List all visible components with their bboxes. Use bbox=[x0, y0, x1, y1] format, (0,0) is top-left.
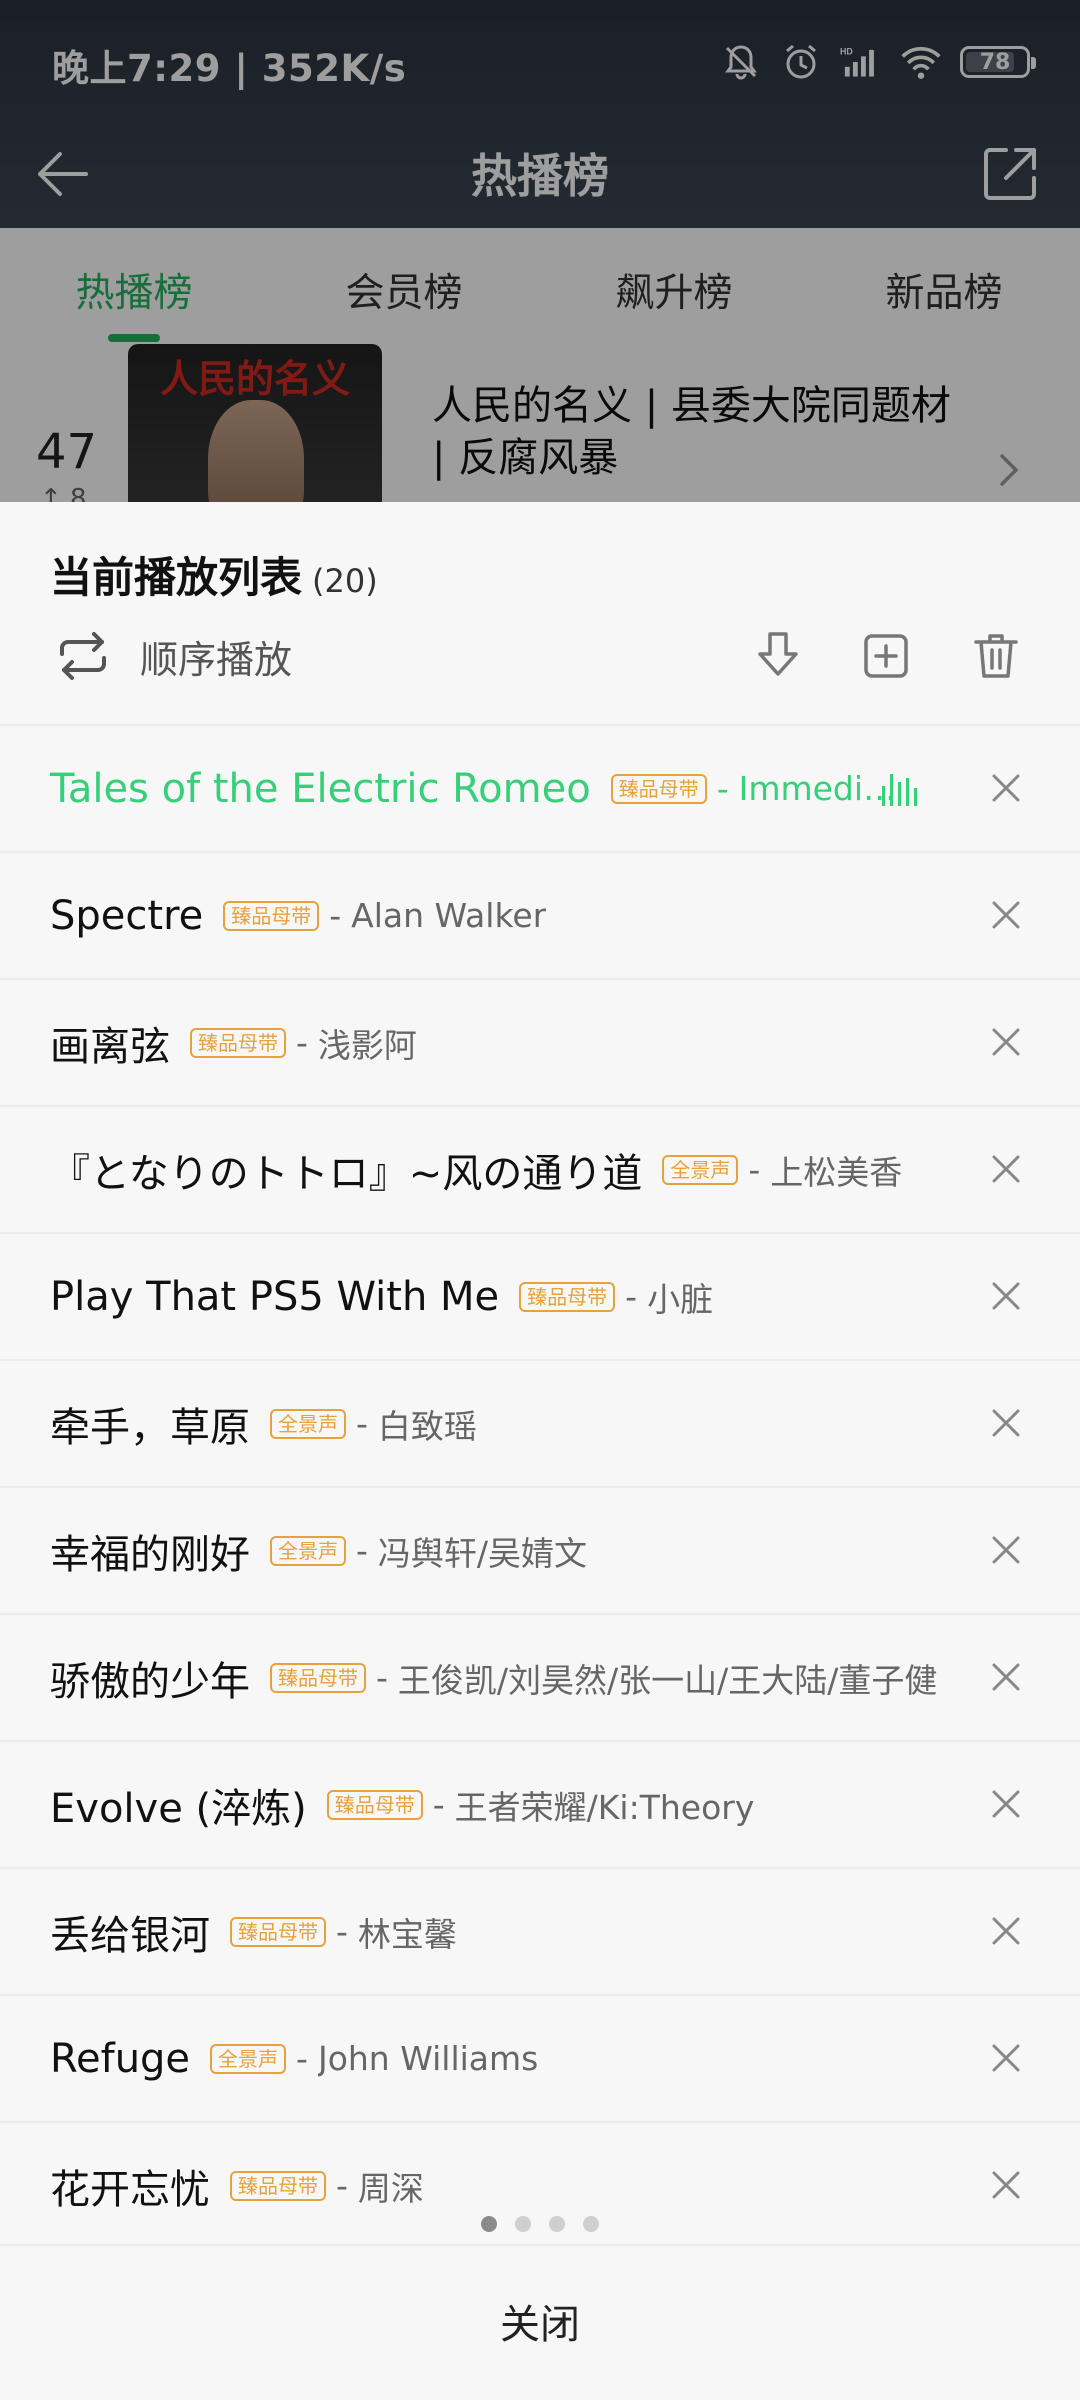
download-icon[interactable] bbox=[750, 628, 806, 684]
close-button[interactable]: 关闭 bbox=[0, 2292, 1080, 2350]
song-title: 牵手，草原 bbox=[50, 1404, 250, 1451]
quality-badge: 臻品母带 bbox=[326, 1789, 423, 1820]
artist-name: 上松美香 bbox=[770, 1152, 903, 1192]
quality-badge: 臻品母带 bbox=[270, 1662, 366, 1693]
artist-name: Immediate Music bbox=[738, 769, 899, 808]
close-icon[interactable] bbox=[986, 2165, 1026, 2205]
artist-name: 小脏 bbox=[647, 1279, 714, 1319]
quality-badge: 臻品母带 bbox=[230, 2170, 326, 2201]
song-title: Spectre bbox=[50, 892, 204, 939]
playlist-item[interactable]: Refuge 全景声 - John Williams bbox=[0, 1994, 1080, 2121]
repeat-icon bbox=[54, 630, 112, 682]
page-dot bbox=[583, 2216, 599, 2232]
close-icon[interactable] bbox=[986, 1149, 1026, 1189]
song-title: 画离弦 bbox=[50, 1023, 170, 1070]
song-title: 『となりのトトロ』~风の通り道 bbox=[50, 1150, 643, 1197]
page-dot bbox=[549, 2216, 565, 2232]
page-indicator bbox=[0, 2216, 1080, 2232]
close-icon[interactable] bbox=[986, 2038, 1026, 2078]
song-title: 丢给银河 bbox=[50, 1912, 210, 1959]
separator: - bbox=[625, 1277, 638, 1316]
quality-badge: 臻品母带 bbox=[230, 1916, 326, 1947]
close-icon[interactable] bbox=[986, 895, 1026, 935]
playlist-sheet: 当前播放列表 (20) 顺序播放 Tales of the Electric Ro… bbox=[0, 502, 1080, 2400]
quality-badge: 臻品母带 bbox=[190, 1027, 286, 1058]
artist-name: 王者荣耀/Ki:Theory bbox=[454, 1787, 755, 1827]
page-dot-active bbox=[481, 2216, 497, 2232]
separator: - bbox=[336, 1912, 348, 1951]
separator: - bbox=[329, 896, 342, 935]
quality-badge: 全景声 bbox=[210, 2043, 287, 2074]
song-title: Refuge bbox=[50, 2035, 191, 2082]
playlist-count: (20) bbox=[312, 562, 378, 600]
song-title: Evolve (淬炼) bbox=[50, 1785, 307, 1832]
separator: - bbox=[296, 2039, 308, 2078]
separator: - bbox=[376, 1658, 388, 1697]
separator: - bbox=[716, 769, 729, 808]
close-icon[interactable] bbox=[986, 1276, 1026, 1316]
playlist-item[interactable]: Play That PS5 With Me 臻品母带 - 小脏 bbox=[0, 1232, 1080, 1359]
playlist-item-playing[interactable]: Tales of the Electric Romeo 臻品母带 - Immed… bbox=[0, 724, 1080, 851]
separator: - bbox=[356, 1404, 368, 1443]
song-title: Tales of the Electric Romeo bbox=[50, 765, 591, 812]
close-icon[interactable] bbox=[986, 1657, 1026, 1697]
playlist-item[interactable]: 幸福的刚好 全景声 - 冯舆轩/吴婧文 bbox=[0, 1486, 1080, 1613]
playlist-item[interactable]: 牵手，草原 全景声 - 白致瑶 bbox=[0, 1359, 1080, 1486]
playlist-item[interactable]: 丢给银河 臻品母带 - 林宝馨 bbox=[0, 1867, 1080, 1994]
trash-icon[interactable] bbox=[968, 628, 1024, 684]
playlist-item[interactable]: 画离弦 臻品母带 - 浅影阿 bbox=[0, 978, 1080, 1105]
song-title: 骄傲的少年 bbox=[50, 1658, 250, 1705]
playlist-title: 当前播放列表 (20) bbox=[50, 544, 378, 605]
artist-name: 白致瑶 bbox=[377, 1406, 477, 1446]
artist-name: 冯舆轩/吴婧文 bbox=[377, 1533, 588, 1573]
page-dot bbox=[515, 2216, 531, 2232]
close-bar: 关闭 bbox=[0, 2244, 1080, 2400]
artist-name: Alan Walker bbox=[351, 896, 547, 935]
playlist-item[interactable]: 『となりのトトロ』~风の通り道 全景声 - 上松美香 bbox=[0, 1105, 1080, 1232]
separator: - bbox=[296, 1023, 308, 1062]
playlist-list: Tales of the Electric Romeo 臻品母带 - Immed… bbox=[0, 724, 1080, 2248]
quality-badge: 全景声 bbox=[270, 1408, 346, 1439]
song-title: 花开忘忧 bbox=[50, 2166, 210, 2213]
playlist-title-text: 当前播放列表 bbox=[50, 553, 303, 602]
quality-badge: 臻品母带 bbox=[610, 773, 707, 804]
separator: - bbox=[336, 2166, 348, 2205]
separator: - bbox=[748, 1150, 761, 1189]
quality-badge: 臻品母带 bbox=[223, 900, 320, 931]
artist-name: 周深 bbox=[357, 2168, 424, 2208]
close-icon[interactable] bbox=[986, 1784, 1026, 1824]
artist-name: 王俊凯/刘昊然/张一山/王大陆/董子健 bbox=[397, 1660, 938, 1700]
playlist-item[interactable]: Evolve (淬炼) 臻品母带 - 王者荣耀/Ki:Theory bbox=[0, 1740, 1080, 1867]
separator: - bbox=[356, 1531, 368, 1570]
play-mode-label: 顺序播放 bbox=[140, 637, 293, 682]
equalizer-icon bbox=[878, 766, 922, 810]
quality-badge: 臻品母带 bbox=[519, 1281, 616, 1312]
play-mode-button[interactable]: 顺序播放 bbox=[54, 628, 292, 684]
artist-name: 浅影阿 bbox=[317, 1025, 417, 1065]
playlist-item[interactable]: Spectre 臻品母带 - Alan Walker bbox=[0, 851, 1080, 978]
add-to-playlist-icon[interactable] bbox=[858, 628, 914, 684]
artist-name: 林宝馨 bbox=[357, 1914, 457, 1954]
playlist-header: 当前播放列表 (20) 顺序播放 bbox=[0, 502, 1080, 724]
separator: - bbox=[432, 1785, 445, 1824]
close-icon[interactable] bbox=[986, 1403, 1026, 1443]
close-icon[interactable] bbox=[986, 1022, 1026, 1062]
artist-name: John Williams bbox=[317, 2039, 539, 2078]
close-icon[interactable] bbox=[986, 1530, 1026, 1570]
close-icon[interactable] bbox=[986, 768, 1026, 808]
close-icon[interactable] bbox=[986, 1911, 1026, 1951]
song-title: Play That PS5 With Me bbox=[50, 1273, 500, 1320]
song-title: 幸福的刚好 bbox=[50, 1531, 250, 1578]
quality-badge: 全景声 bbox=[270, 1535, 346, 1566]
quality-badge: 全景声 bbox=[662, 1154, 739, 1185]
playlist-item[interactable]: 骄傲的少年 臻品母带 - 王俊凯/刘昊然/张一山/王大陆/董子健 bbox=[0, 1613, 1080, 1740]
